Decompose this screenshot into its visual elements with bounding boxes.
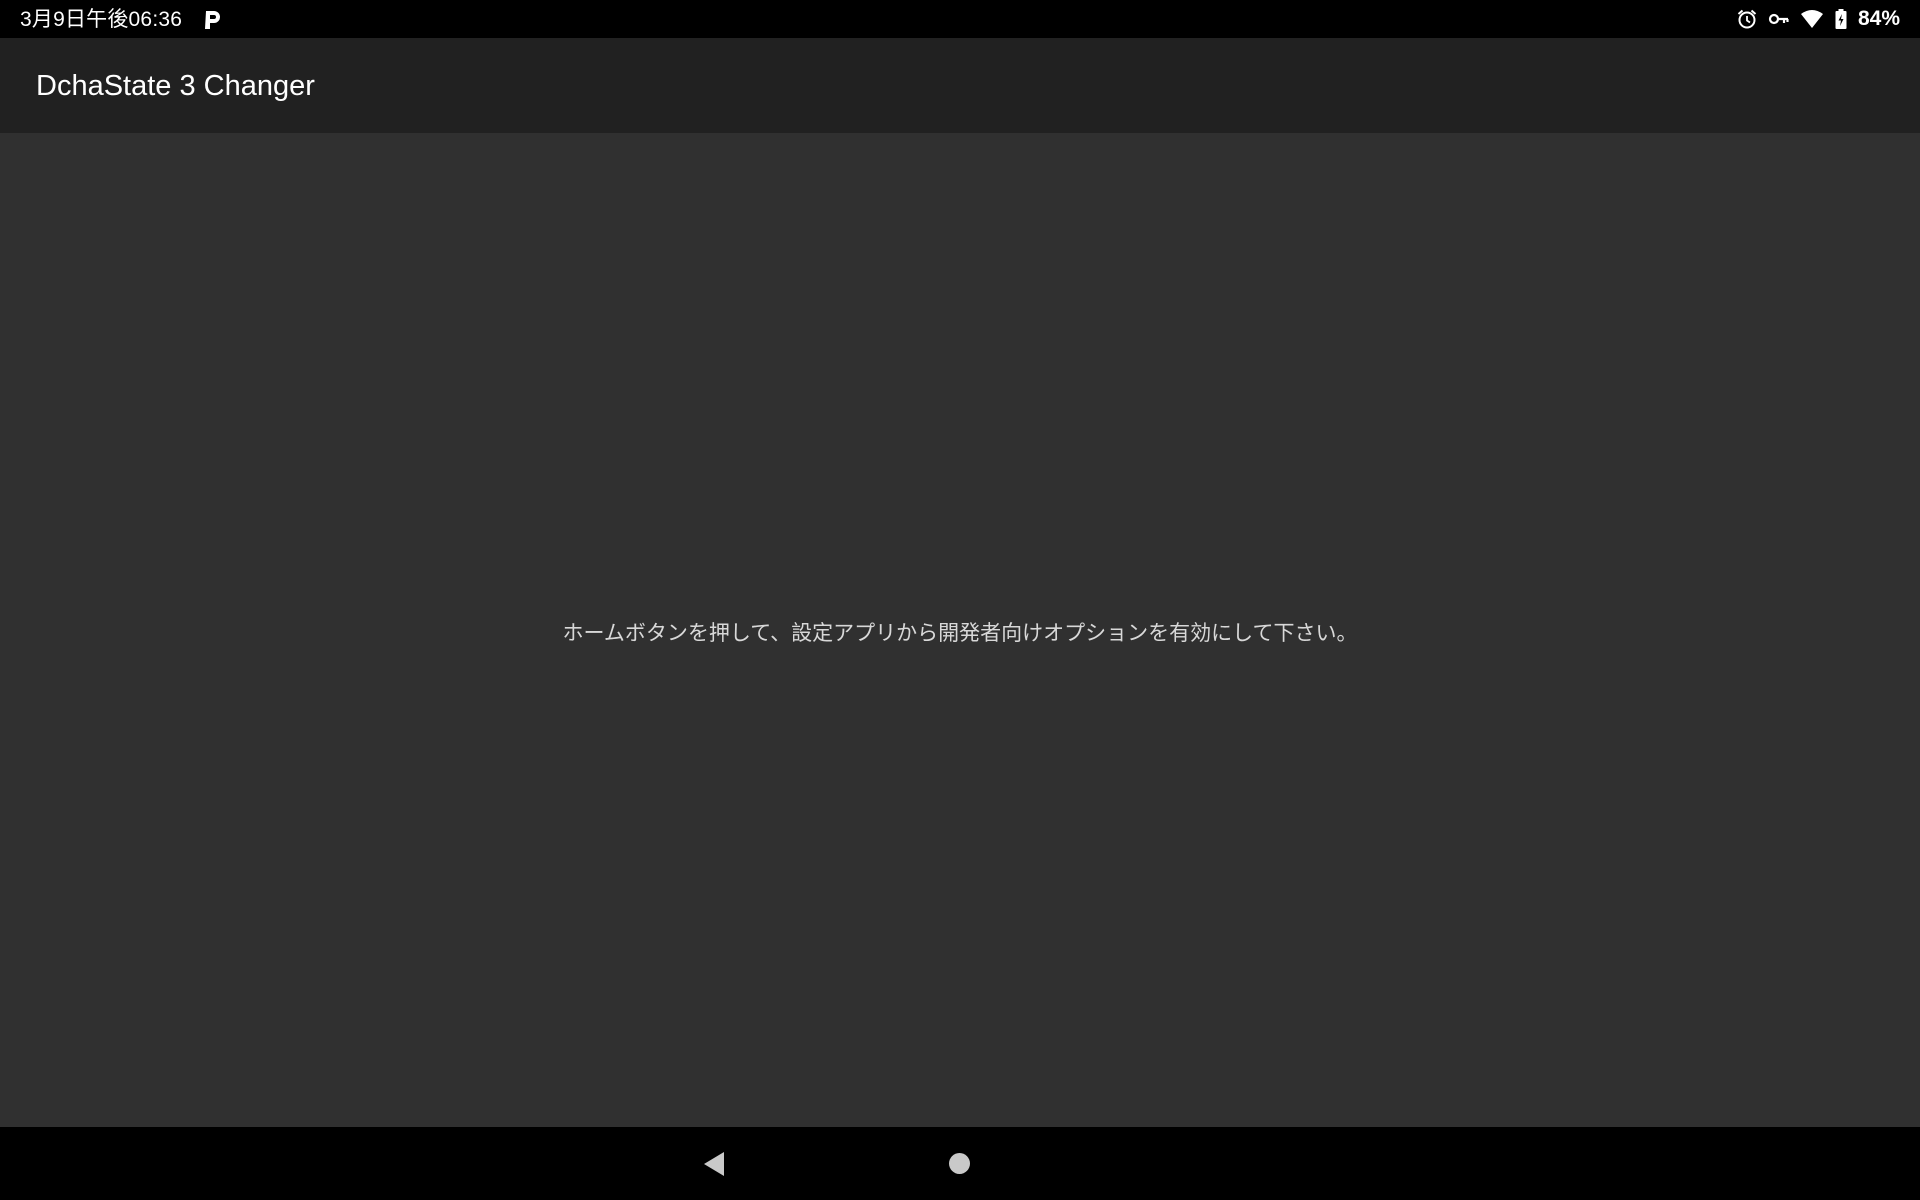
app-bar: DchaState 3 Changer [0,38,1920,133]
alarm-icon [1736,8,1758,30]
main-content: ホームボタンを押して、設定アプリから開発者向けオプションを有効にして下さい。 [0,133,1920,1127]
navigation-bar [0,1127,1920,1200]
back-triangle-icon [704,1152,724,1176]
status-time: 3月9日午後06:36 [20,8,183,31]
status-bar: 3月9日午後06:36 84% [0,0,1920,38]
vpn-key-icon [1768,8,1790,30]
home-button[interactable] [949,1153,970,1174]
app-title: DchaState 3 Changer [36,70,315,102]
battery-percent: 84% [1857,7,1900,30]
status-icons: 84% [1736,0,1900,38]
wifi-icon [1800,8,1824,30]
p-app-icon [200,9,224,31]
battery-charging-icon [1834,8,1848,30]
instruction-message: ホームボタンを押して、設定アプリから開発者向けオプションを有効にして下さい。 [562,622,1358,645]
back-button[interactable] [702,1150,726,1178]
